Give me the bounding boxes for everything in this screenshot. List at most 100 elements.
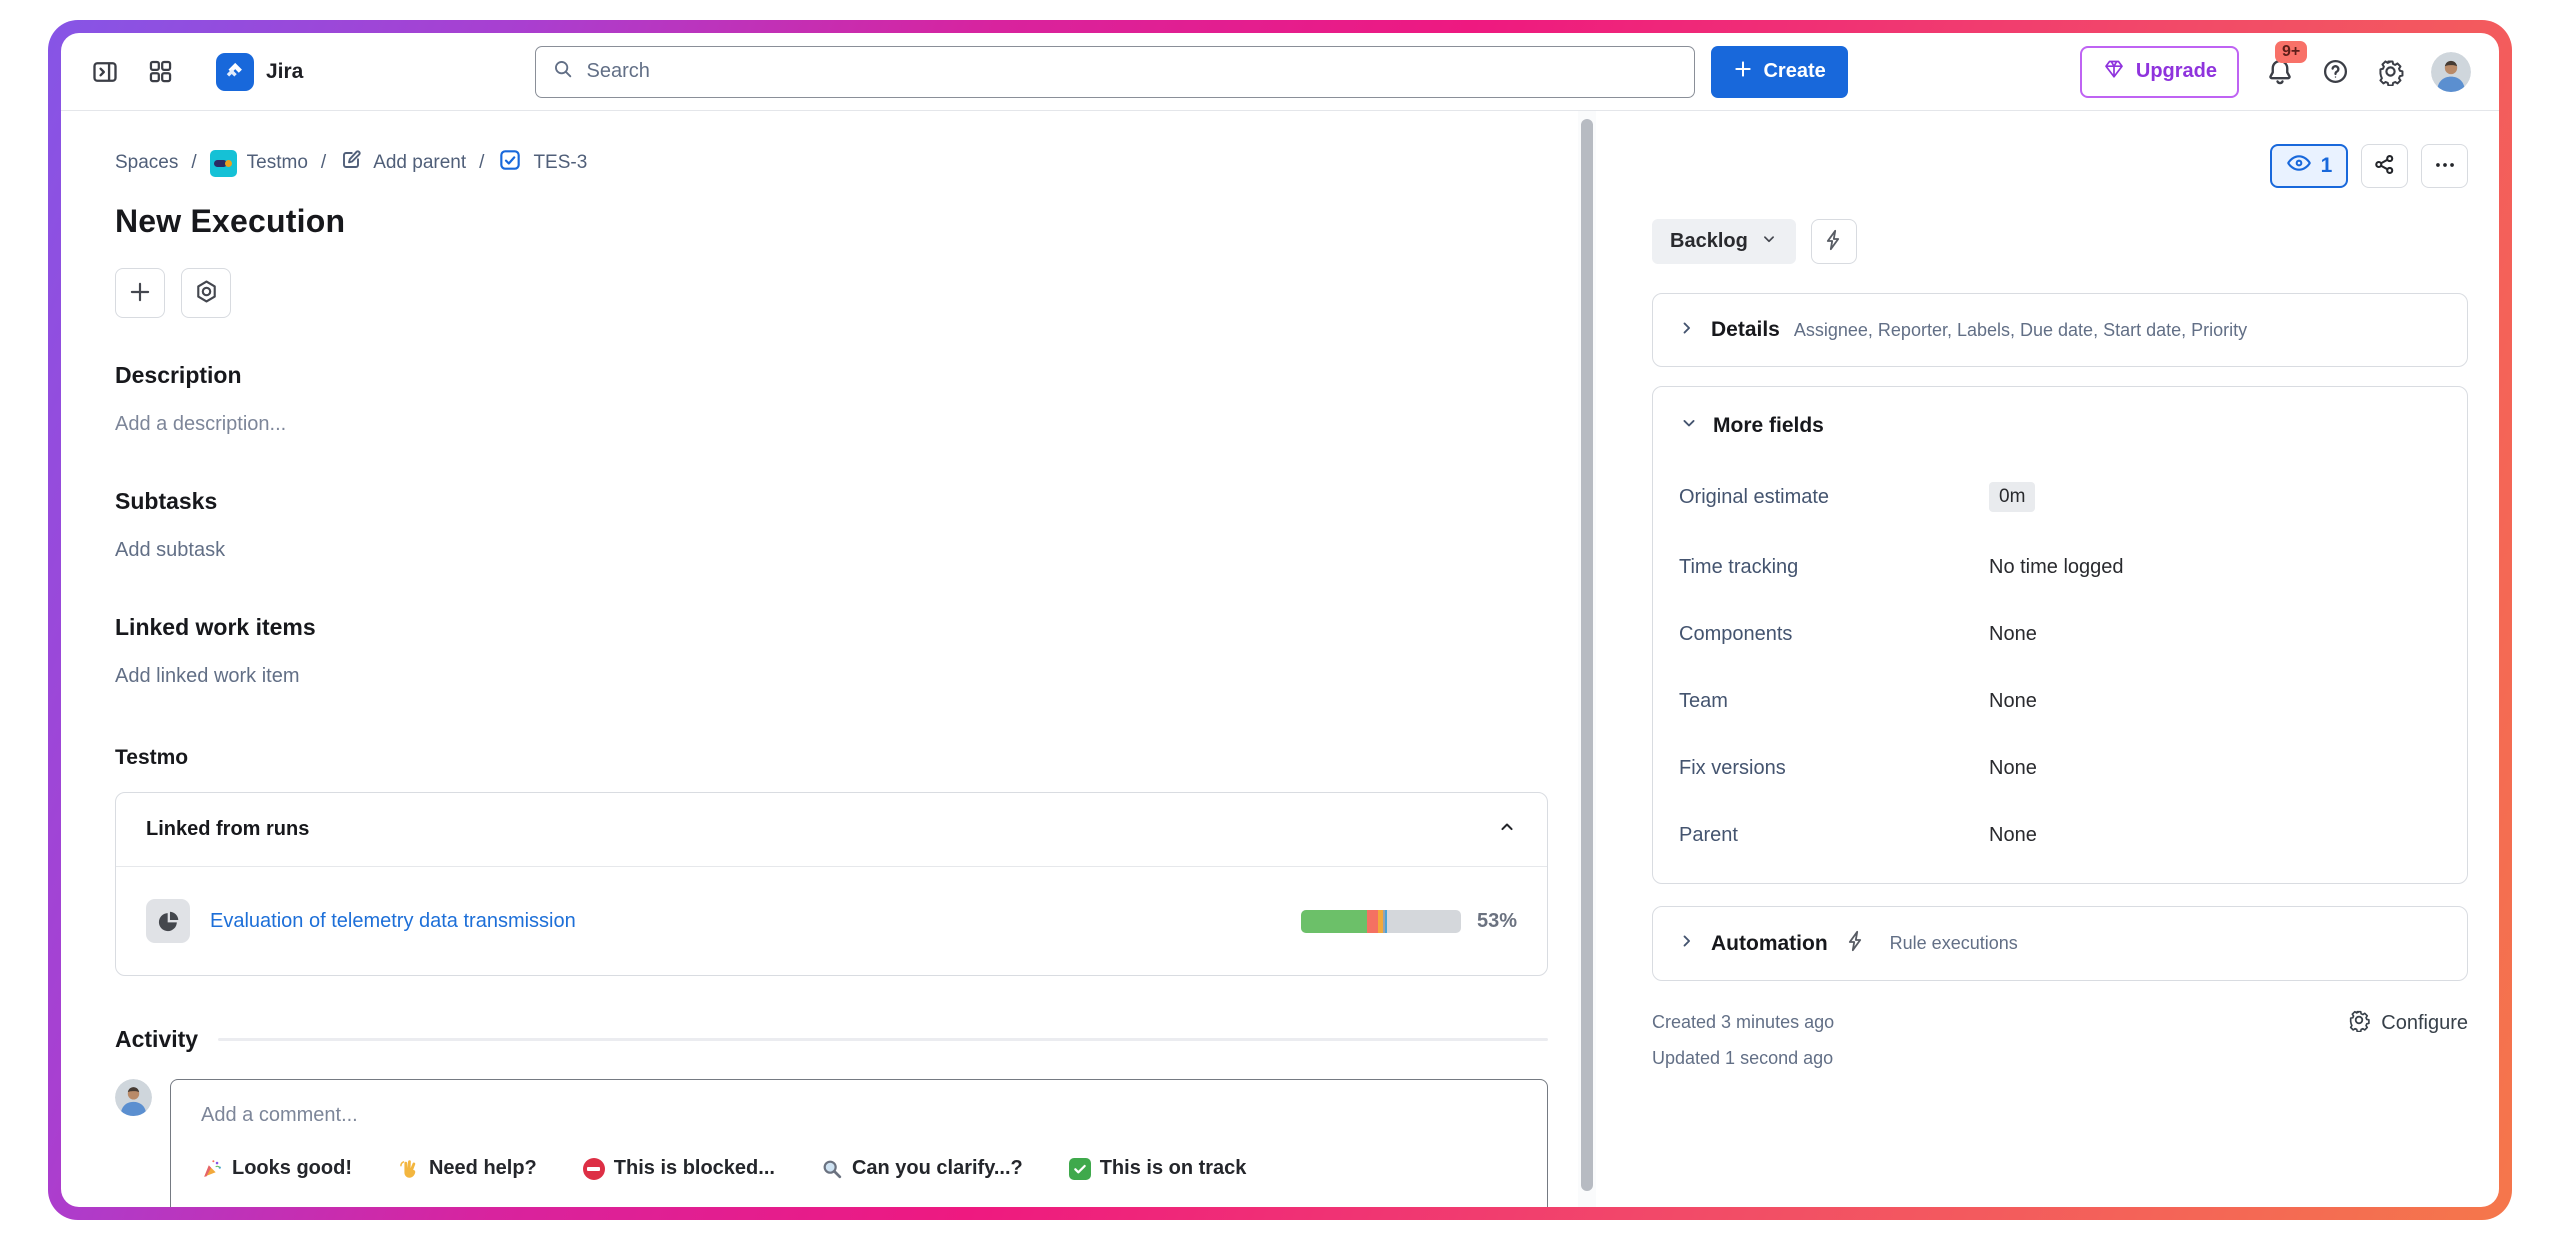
activity-heading: Activity — [115, 1026, 198, 1053]
user-avatar[interactable] — [2431, 52, 2471, 92]
hexagon-nut-icon — [193, 278, 220, 308]
automation-panel[interactable]: Automation Rule executions — [1652, 906, 2468, 981]
field-row-fix-versions[interactable]: Fix versions None — [1679, 757, 2441, 780]
activity-divider — [218, 1038, 1548, 1041]
jira-window: Jira Create — [61, 33, 2499, 1207]
chevron-down-icon — [1760, 230, 1778, 254]
top-navigation-bar: Jira Create — [61, 33, 2499, 111]
more-fields-header[interactable]: More fields — [1679, 413, 2441, 438]
vertical-scrollbar[interactable] — [1578, 111, 1596, 1207]
details-panel[interactable]: Details Assignee, Reporter, Labels, Due … — [1652, 293, 2468, 367]
upgrade-button[interactable]: Upgrade — [2080, 46, 2239, 98]
plus-icon — [127, 279, 153, 308]
run-percent: 53% — [1477, 910, 1517, 933]
progress-segment-failed — [1367, 910, 1378, 933]
linked-from-runs-header[interactable]: Linked from runs — [116, 793, 1547, 866]
help-icon — [2321, 57, 2350, 86]
field-row-time-tracking[interactable]: Time tracking No time logged — [1679, 556, 2441, 579]
sidebar-toggle-button[interactable] — [91, 58, 119, 86]
magnifying-glass-icon — [821, 1158, 843, 1180]
pie-chart-icon — [146, 899, 190, 943]
work-item-main: Spaces / Testmo / Add parent / — [61, 111, 1578, 1207]
share-icon — [2372, 152, 2397, 180]
quick-reply-on-track[interactable]: This is on track — [1069, 1157, 1247, 1180]
notification-count-badge: 9+ — [2275, 41, 2307, 63]
run-row: Evaluation of telemetry data transmissio… — [116, 866, 1547, 975]
waving-hand-icon — [398, 1158, 420, 1180]
subtasks-heading: Subtasks — [115, 488, 1548, 515]
help-button[interactable] — [2321, 57, 2350, 86]
apps-button[interactable] — [181, 268, 231, 318]
quick-reply-clarify[interactable]: Can you clarify...? — [821, 1157, 1023, 1180]
create-button[interactable]: Create — [1711, 46, 1847, 98]
quick-reply-blocked[interactable]: This is blocked... — [583, 1157, 775, 1180]
jira-home-link[interactable]: Jira — [216, 53, 303, 91]
progress-segment-passed — [1301, 910, 1367, 933]
check-mark-icon — [1069, 1158, 1091, 1180]
search-input[interactable] — [586, 60, 1678, 83]
linked-from-runs-card: Linked from runs Evaluation of telemetry… — [115, 792, 1548, 976]
comment-placeholder[interactable]: Add a comment... — [201, 1104, 1517, 1127]
field-row-team[interactable]: Team None — [1679, 690, 2441, 713]
task-type-icon — [497, 147, 523, 179]
watcher-count: 1 — [2321, 154, 2333, 178]
field-row-components[interactable]: Components None — [1679, 623, 2441, 646]
breadcrumb: Spaces / Testmo / Add parent / — [115, 147, 1548, 179]
automation-subtitle: Rule executions — [1890, 933, 2018, 954]
sidebar-expand-icon — [91, 58, 119, 86]
quick-reply-need-help[interactable]: Need help? — [398, 1157, 537, 1180]
app-grid-icon — [147, 58, 174, 85]
automation-shortcut-button[interactable] — [1811, 219, 1857, 264]
original-estimate-value[interactable]: 0m — [1989, 482, 2035, 512]
run-link[interactable]: Evaluation of telemetry data transmissio… — [210, 910, 576, 933]
edit-icon — [339, 148, 363, 178]
watchers-button[interactable]: 1 — [2270, 144, 2348, 188]
breadcrumb-item-key[interactable]: TES-3 — [497, 147, 587, 179]
chevron-right-icon — [1677, 931, 1697, 956]
plus-icon — [1733, 59, 1753, 85]
more-actions-button[interactable] — [2421, 144, 2468, 188]
created-timestamp: Created 3 minutes ago — [1652, 1004, 1834, 1040]
chevron-right-icon — [1677, 318, 1697, 343]
add-linked-work-item-button[interactable]: Add linked work item — [115, 665, 1548, 688]
eye-icon — [2286, 150, 2312, 182]
configure-button[interactable]: Configure — [2347, 1008, 2468, 1038]
description-placeholder[interactable]: Add a description... — [115, 413, 1548, 436]
quick-replies: Looks good! Need help? This is blocked — [201, 1157, 1517, 1180]
gem-icon — [2102, 57, 2126, 87]
add-parent-button[interactable]: Add parent — [339, 148, 466, 178]
ellipsis-icon — [2432, 152, 2458, 181]
breadcrumb-spaces[interactable]: Spaces — [115, 152, 178, 174]
automation-title: Automation — [1711, 932, 1828, 956]
chevron-down-icon — [1679, 413, 1699, 438]
global-search[interactable] — [535, 46, 1695, 98]
no-entry-icon — [583, 1158, 605, 1180]
description-heading: Description — [115, 362, 1548, 389]
settings-button[interactable] — [2376, 57, 2405, 86]
field-row-original-estimate[interactable]: Original estimate 0m — [1679, 482, 2441, 512]
linked-work-items-heading: Linked work items — [115, 614, 1548, 641]
lightning-icon — [1822, 228, 1846, 255]
progress-segment-blocked — [1385, 910, 1387, 933]
gear-icon — [2347, 1008, 2371, 1038]
search-icon — [552, 58, 574, 85]
comment-avatar[interactable] — [115, 1079, 152, 1116]
breadcrumb-project[interactable]: Testmo — [210, 150, 308, 177]
add-button[interactable] — [115, 268, 165, 318]
work-item-side-panel: 1 Backlog — [1596, 111, 2499, 1207]
updated-timestamp: Updated 1 second ago — [1652, 1040, 1834, 1076]
comment-editor[interactable]: Add a comment... Looks good! — [170, 1079, 1548, 1207]
field-row-parent[interactable]: Parent None — [1679, 824, 2441, 847]
jira-logo-icon — [216, 53, 254, 91]
quick-reply-looks-good[interactable]: Looks good! — [201, 1157, 352, 1180]
scrollbar-thumb[interactable] — [1581, 119, 1593, 1191]
party-popper-icon — [201, 1158, 223, 1180]
testmo-section-heading: Testmo — [115, 746, 1548, 770]
add-subtask-button[interactable]: Add subtask — [115, 539, 1548, 562]
status-dropdown[interactable]: Backlog — [1652, 219, 1796, 264]
share-button[interactable] — [2361, 144, 2408, 188]
details-summary: Assignee, Reporter, Labels, Due date, St… — [1794, 320, 2247, 341]
testmo-project-icon — [210, 150, 237, 177]
app-switcher-button[interactable] — [147, 58, 174, 85]
chevron-up-icon[interactable] — [1497, 817, 1517, 842]
